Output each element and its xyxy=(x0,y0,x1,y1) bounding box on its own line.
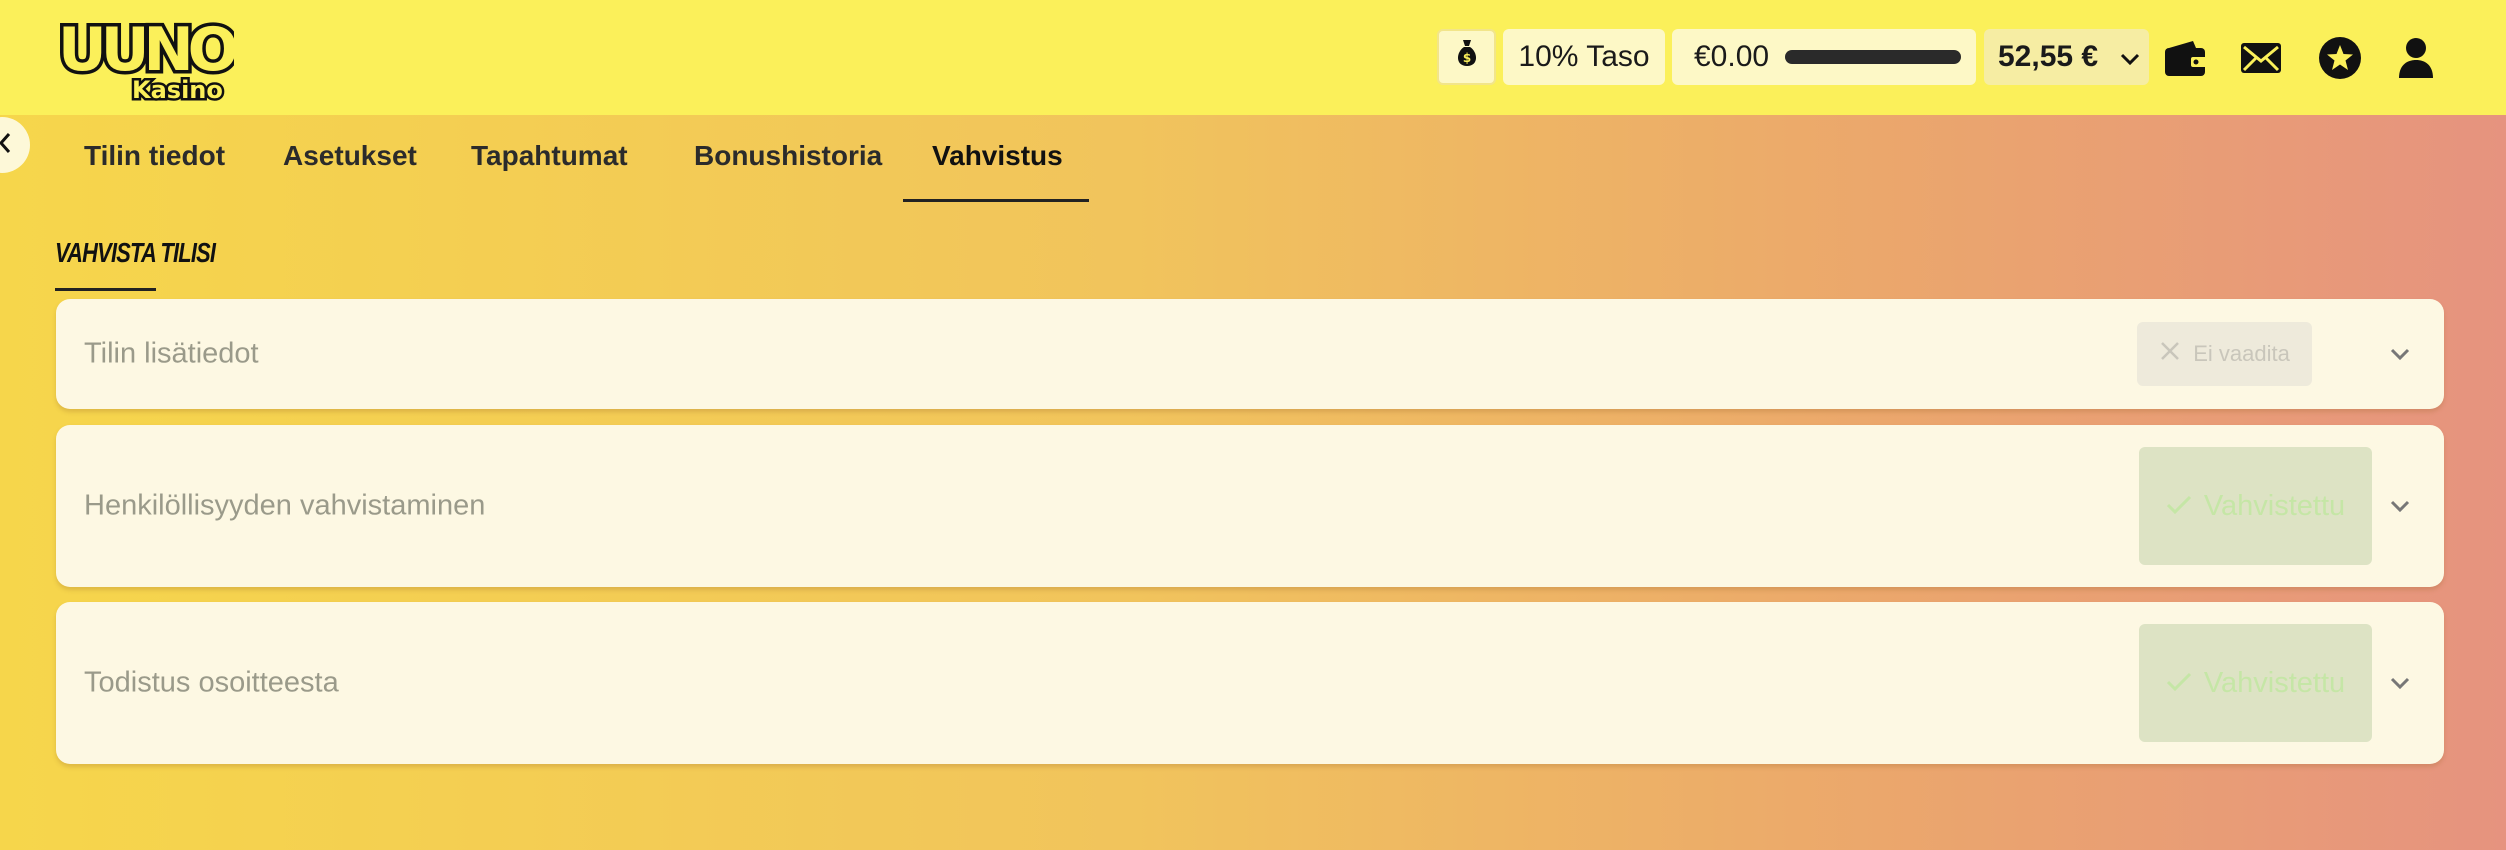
verification-item-account-details[interactable]: Tilin lisätiedot Ei vaadita xyxy=(56,299,2444,409)
wallet-icon[interactable] xyxy=(2160,32,2212,84)
status-badge-verified: Vahvistettu xyxy=(2139,447,2372,565)
verification-item-address-proof[interactable]: Todistus osoitteesta Vahvistettu xyxy=(56,602,2444,764)
tab-asetukset[interactable]: Asetukset xyxy=(283,115,417,203)
svg-text:$: $ xyxy=(1462,51,1470,65)
checkmark-icon xyxy=(2166,667,2192,700)
status-badge-verified: Vahvistettu xyxy=(2139,624,2372,742)
bonus-progress-bar xyxy=(1785,50,1962,64)
chevron-down-icon xyxy=(2120,40,2140,74)
level-indicator[interactable]: 10% Taso xyxy=(1503,29,1665,85)
chevron-left-icon xyxy=(0,132,12,159)
status-text: Ei vaadita xyxy=(2193,341,2290,366)
user-icon[interactable] xyxy=(2390,32,2442,84)
active-tab-indicator xyxy=(903,199,1089,202)
section-title-underline xyxy=(55,288,156,291)
verification-item-label: Todistus osoitteesta xyxy=(84,666,339,699)
tab-tapahtumat[interactable]: Tapahtumat xyxy=(471,115,628,203)
tab-bonushistoria[interactable]: Bonushistoria xyxy=(694,115,882,203)
uuno-kasino-logo[interactable]: UUNO Kasino xyxy=(54,12,246,107)
money-bag-icon: $ xyxy=(1454,38,1480,76)
section-title: VAHVISTA TILISI xyxy=(55,237,216,268)
status-badge-not-required: Ei vaadita xyxy=(2137,322,2312,386)
svg-text:UUNO: UUNO xyxy=(58,15,234,85)
status-text: Vahvistettu xyxy=(2203,489,2346,522)
chevron-down-icon[interactable] xyxy=(2386,669,2414,697)
status-text: Vahvistettu xyxy=(2203,666,2346,699)
sidebar-collapse-button[interactable] xyxy=(0,117,30,173)
verification-item-label: Tilin lisätiedot xyxy=(84,337,259,370)
mail-icon[interactable] xyxy=(2235,32,2287,84)
star-icon[interactable] xyxy=(2314,32,2366,84)
tab-tilin-tiedot[interactable]: Tilin tiedot xyxy=(84,115,225,203)
money-bag-button[interactable]: $ xyxy=(1437,29,1496,85)
verification-item-identity[interactable]: Henkilöllisyyden vahvistaminen Vahvistet… xyxy=(56,425,2444,587)
verification-item-label: Henkilöllisyyden vahvistaminen xyxy=(84,489,486,522)
wallet-amount: 52,55 € xyxy=(1998,40,2099,73)
level-label: 10% Taso xyxy=(1518,40,1650,73)
bonus-balance-label: €0.00 xyxy=(1694,40,1770,73)
svg-text:Kasino: Kasino xyxy=(132,76,223,104)
top-header: UUNO Kasino $ 10% Taso €0.00 52,55 € xyxy=(0,0,2506,115)
checkmark-icon xyxy=(2166,490,2192,523)
close-icon xyxy=(2159,340,2181,368)
chevron-down-icon[interactable] xyxy=(2386,492,2414,520)
wallet-amount-dropdown[interactable]: 52,55 € xyxy=(1984,29,2149,85)
bonus-balance[interactable]: €0.00 xyxy=(1672,29,1976,85)
chevron-down-icon[interactable] xyxy=(2386,340,2414,368)
tab-vahvistus[interactable]: Vahvistus xyxy=(932,115,1063,203)
